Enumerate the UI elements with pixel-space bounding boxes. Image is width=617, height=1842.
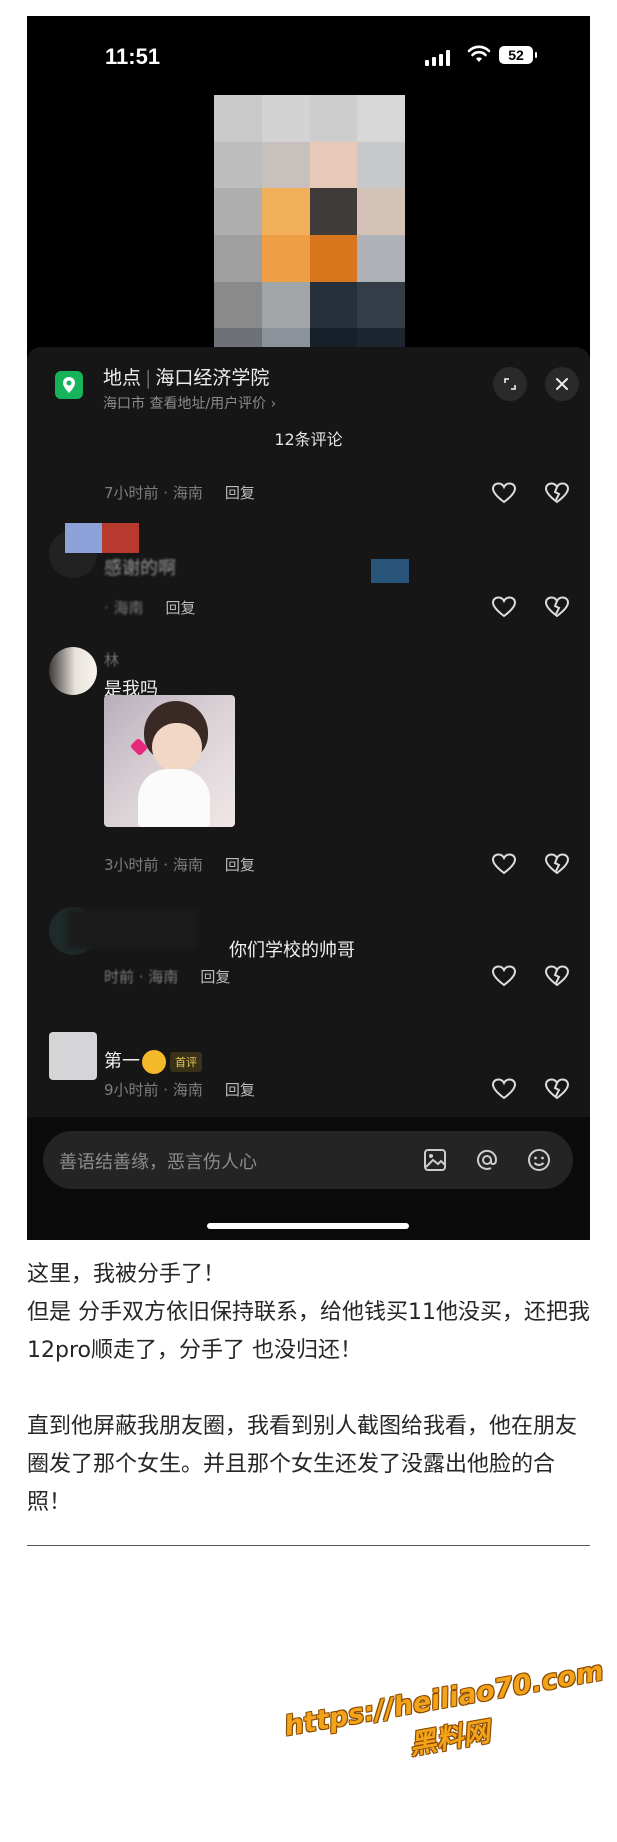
comment-text: 你们学校的帅哥 [229, 940, 355, 961]
comment-meta: 3小时前 · 海南 回复 [104, 856, 255, 874]
blur-patch [67, 909, 197, 949]
location-title[interactable]: 地点 | 海口经济学院 [103, 363, 269, 390]
expand-button[interactable] [493, 367, 527, 401]
dislike-icon[interactable] [544, 595, 570, 619]
dislike-icon[interactable] [544, 1077, 570, 1101]
article-paragraph: 但是 分手双方依旧保持联系，给他钱买11他没买，还把我12pro顺走了，分手了 … [27, 1300, 590, 1363]
pixelated-video [214, 95, 405, 375]
heart-icon[interactable] [491, 1077, 517, 1101]
dislike-icon[interactable] [544, 852, 570, 876]
comment-meta: 7小时前 · 海南 回复 [104, 484, 255, 502]
comment-input-bar[interactable]: 善语结善缘，恶言伤人心 [43, 1131, 573, 1189]
reply-button[interactable]: 回复 [225, 1081, 255, 1099]
sticker-image[interactable] [104, 695, 235, 827]
heart-icon[interactable] [491, 595, 517, 619]
divider [27, 1545, 590, 1546]
reply-button[interactable]: 回复 [200, 968, 230, 986]
home-indicator[interactable] [207, 1223, 409, 1229]
status-bar: 11:51 52 [27, 16, 590, 96]
comment-text: 感谢的啊 [104, 558, 176, 579]
signal-icon [425, 50, 451, 66]
avatar[interactable] [49, 647, 97, 695]
comment-meta: · 海南 回复 [104, 599, 196, 617]
blur-patch [371, 559, 409, 583]
blur-patch [102, 523, 139, 553]
at-icon[interactable] [473, 1146, 501, 1174]
location-prefix: 地点 [103, 367, 142, 389]
article-paragraph: 直到他屏蔽我朋友圈，我看到别人截图给我看，他在朋友圈发了那个女生。并且那个女生还… [27, 1414, 578, 1515]
comment-username[interactable]: 林 [104, 649, 119, 670]
comments-count: 12条评论 [274, 430, 343, 449]
expand-icon [504, 378, 516, 390]
comment-meta: 时前 · 海南 回复 [104, 968, 231, 986]
wifi-icon [467, 45, 491, 62]
reply-button[interactable]: 回复 [225, 484, 255, 502]
watermark: https://heiliao70.com 黑料网 [282, 1656, 613, 1783]
article-paragraph: 这里，我被分手了！ [27, 1262, 226, 1287]
image-icon[interactable] [421, 1146, 449, 1174]
first-comment-badge: 首评 [170, 1052, 202, 1072]
comments-panel: 地点 | 海口经济学院 海口市 查看地址/用户评价 › 12条评论 7小时前 · 海… [27, 347, 590, 1240]
dislike-icon[interactable] [544, 964, 570, 988]
emoji-icon[interactable] [525, 1146, 553, 1174]
emoji-sticker-icon [142, 1050, 166, 1074]
comment-meta: 9小时前 · 海南 回复 [104, 1081, 255, 1099]
avatar[interactable] [49, 1032, 97, 1080]
close-icon [556, 378, 568, 390]
reply-button[interactable]: 回复 [225, 856, 255, 874]
close-button[interactable] [545, 367, 579, 401]
location-name: 海口经济学院 [155, 367, 270, 389]
article-text: 这里，我被分手了！ 但是 分手双方依旧保持联系，给他钱买11他没买，还把我12p… [27, 1256, 597, 1522]
reply-button[interactable]: 回复 [166, 599, 196, 617]
comment-text: 第一 首评 [104, 1047, 202, 1074]
dislike-icon[interactable] [544, 481, 570, 505]
status-time: 11:51 [105, 44, 161, 69]
phone-screenshot: 11:51 52 地点 | 海口经济学院 海口市 查看地址/用户评价 › 12条… [27, 16, 590, 1240]
comment-input[interactable]: 善语结善缘，恶言伤人心 [59, 1148, 257, 1174]
battery-indicator: 52 [499, 46, 537, 64]
heart-icon[interactable] [491, 481, 517, 505]
location-icon[interactable] [55, 371, 83, 399]
location-subtitle[interactable]: 海口市 查看地址/用户评价 › [103, 393, 276, 413]
heart-icon[interactable] [491, 964, 517, 988]
heart-icon[interactable] [491, 852, 517, 876]
blur-patch [65, 523, 102, 553]
